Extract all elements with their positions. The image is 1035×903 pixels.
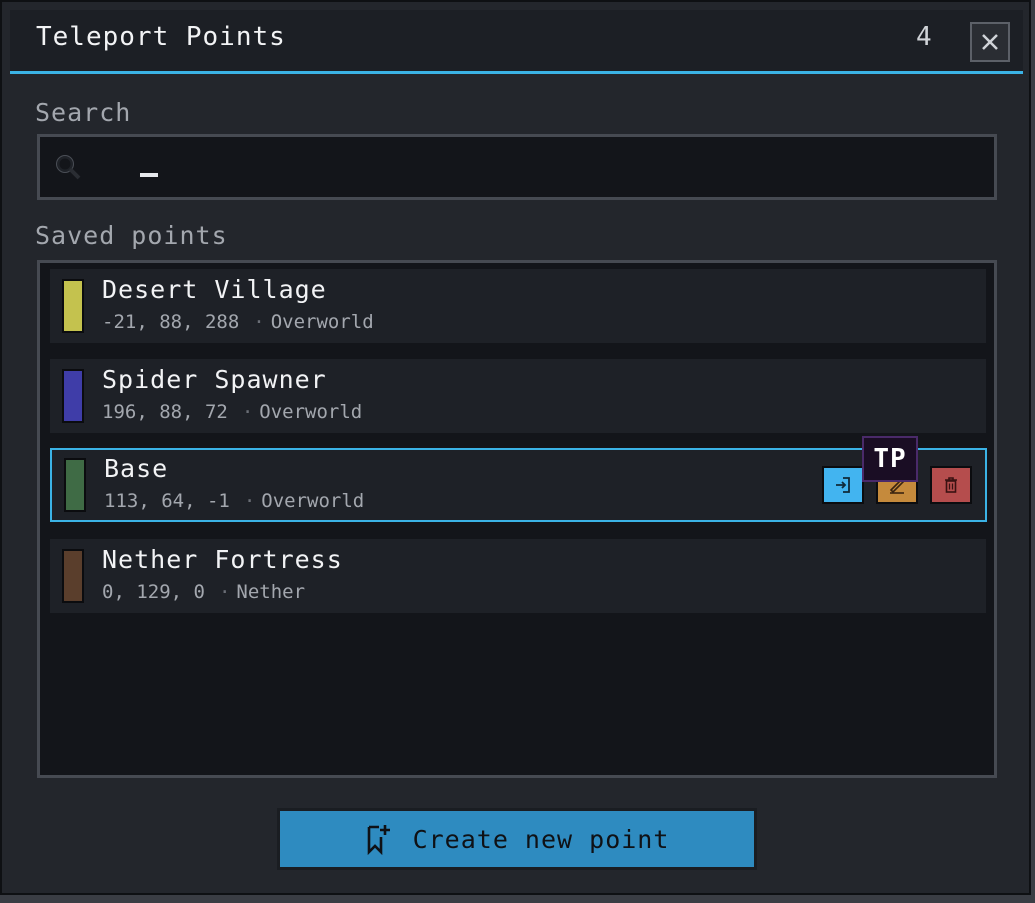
list-item-selected[interactable]: Base 113, 64, -1 · Overworld xyxy=(50,448,987,522)
teleport-tooltip: TP xyxy=(862,436,918,482)
delete-button[interactable] xyxy=(930,466,972,504)
point-count: 4 xyxy=(916,22,932,52)
point-name: Base xyxy=(104,454,169,483)
point-coords: -21, 88, 288 xyxy=(102,311,240,333)
teleport-window: Teleport Points 4 Search Saved points De… xyxy=(0,0,1031,895)
point-coords: 113, 64, -1 xyxy=(104,490,230,512)
point-meta: 113, 64, -1 · Overworld xyxy=(104,490,364,512)
list-item[interactable]: Desert Village -21, 88, 288 · Overworld xyxy=(50,269,986,343)
search-field[interactable] xyxy=(37,134,997,200)
text-cursor xyxy=(140,173,158,177)
color-swatch xyxy=(62,549,84,603)
create-new-point-label: Create new point xyxy=(412,824,670,854)
point-name: Nether Fortress xyxy=(102,545,343,574)
point-coords: 196, 88, 72 xyxy=(102,401,228,423)
list-item[interactable]: Spider Spawner 196, 88, 72 · Overworld xyxy=(50,359,986,433)
color-swatch xyxy=(64,458,86,512)
saved-points-label: Saved points xyxy=(35,221,228,250)
bookmark-add-icon xyxy=(367,825,390,855)
separator-dot: · xyxy=(241,401,254,423)
title-bar: Teleport Points 4 xyxy=(10,10,1023,74)
teleport-icon xyxy=(836,477,850,493)
close-button[interactable] xyxy=(970,22,1010,62)
point-dimension: Overworld xyxy=(270,311,374,333)
point-dimension: Nether xyxy=(236,581,306,603)
point-dimension: Overworld xyxy=(261,490,365,512)
window-title: Teleport Points xyxy=(36,22,286,52)
search-input[interactable] xyxy=(100,149,964,187)
color-swatch xyxy=(62,279,84,333)
saved-points-list[interactable]: Desert Village -21, 88, 288 · Overworld Sp… xyxy=(37,260,997,778)
separator-dot: · xyxy=(218,581,231,603)
teleport-button[interactable] xyxy=(822,466,864,504)
separator-dot: · xyxy=(243,490,256,512)
point-meta: 0, 129, 0 · Nether xyxy=(102,581,305,603)
separator-dot: · xyxy=(253,311,265,333)
point-coords: 0, 129, 0 xyxy=(102,581,205,603)
search-label: Search xyxy=(35,98,132,127)
point-meta: 196, 88, 72 · Overworld xyxy=(102,401,362,423)
point-name: Spider Spawner xyxy=(102,365,327,394)
trash-icon xyxy=(945,477,957,493)
point-dimension: Overworld xyxy=(259,401,363,423)
list-item[interactable]: Nether Fortress 0, 129, 0 · Nether xyxy=(50,539,986,613)
color-swatch xyxy=(62,369,84,423)
search-icon xyxy=(56,155,81,180)
point-name: Desert Village xyxy=(102,275,327,304)
close-icon xyxy=(982,34,998,50)
point-meta: -21, 88, 288 · Overworld xyxy=(102,311,374,333)
create-new-point-button[interactable]: Create new point xyxy=(277,808,757,870)
